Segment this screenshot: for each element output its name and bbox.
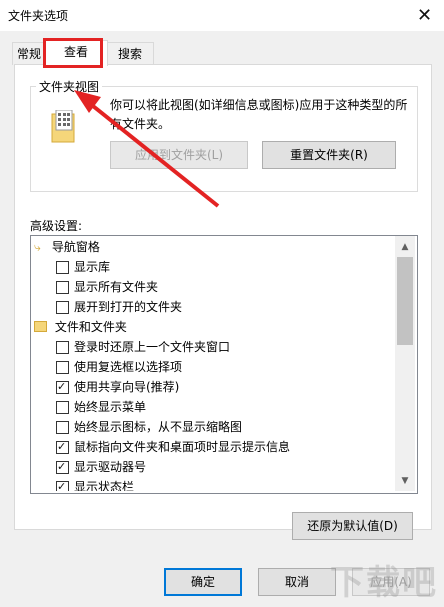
annotation-arrow [74,90,220,208]
